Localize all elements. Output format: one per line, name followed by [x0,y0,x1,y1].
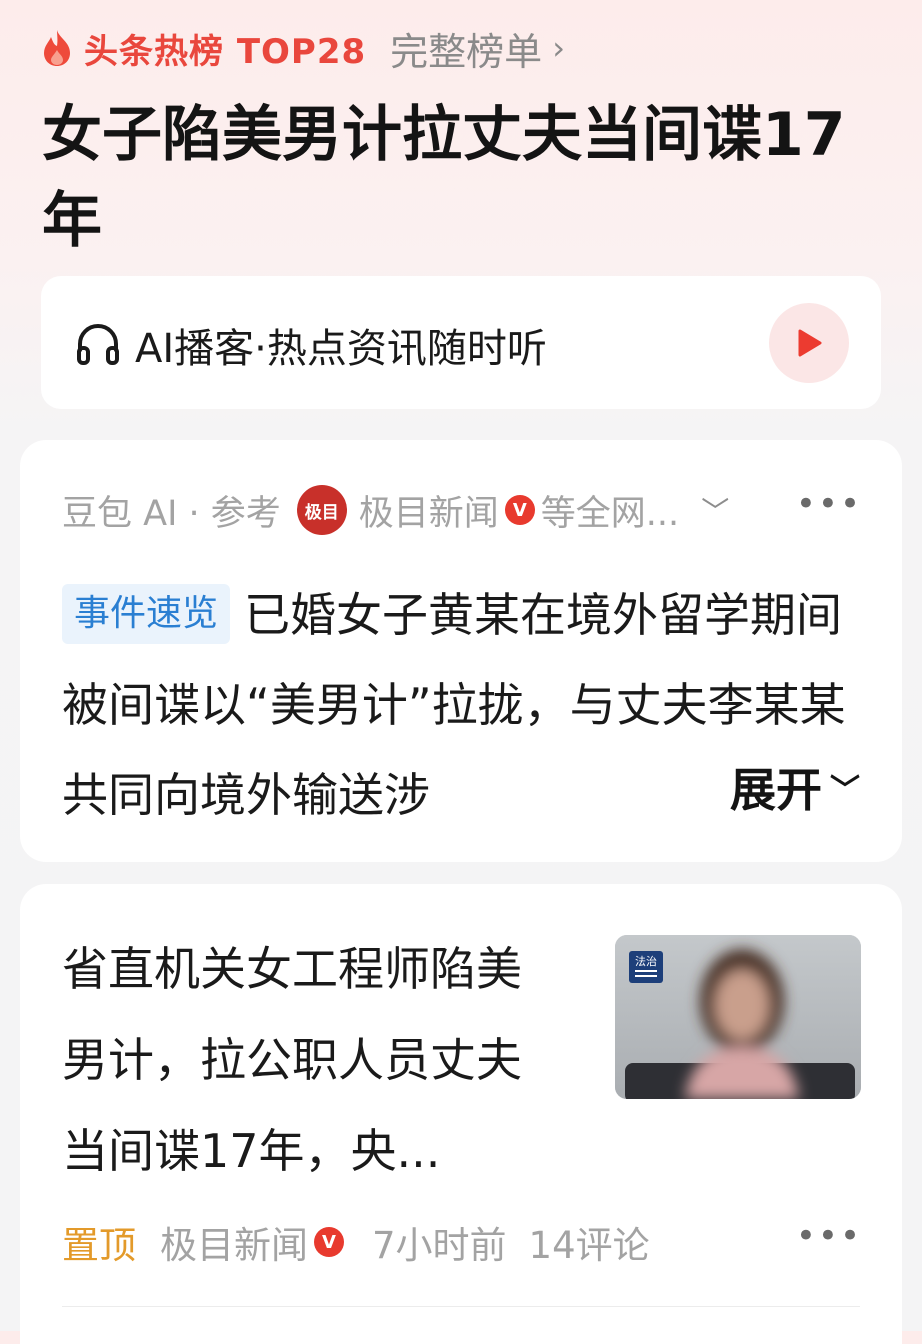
play-button[interactable] [769,303,849,383]
verified-icon: V [314,1227,344,1257]
hot-list-label: 头条热榜 TOP28 [84,31,367,72]
article-comments[interactable]: 14评论 [529,1215,650,1269]
hot-list-bar[interactable]: 头条热榜 TOP28 完整榜单 › [40,22,565,74]
article-meta-row: 置顶 极目新闻 V 7小时前 14评论 ••• [62,1216,862,1268]
article-source[interactable]: 极目新闻 [160,1215,308,1269]
flame-icon [40,27,76,69]
play-icon [798,329,822,357]
chevron-down-icon[interactable]: ﹀ [701,490,729,530]
ai-podcast-bar[interactable]: AI播客·热点资讯随时听 [41,276,881,409]
headphones-icon [74,320,122,368]
full-list-label: 完整榜单 [390,29,543,74]
source-name: 极目新闻 [358,493,499,534]
source-suffix: 等全网... [540,493,680,534]
article-card[interactable]: 省直机关女工程师陷美男计，拉公职人员丈夫当间谍17年，央... 法治 置顶 极目… [20,884,902,1344]
source-prefix: 豆包 AI · 参考 [62,493,281,534]
page-title: 女子陷美男计拉丈夫当间谍17年 [42,100,846,256]
article-time: 7小时前 [372,1224,507,1267]
verified-icon: V [504,495,535,525]
event-tag: 事件速览 [62,584,231,644]
chevron-down-icon: ﹀ [830,773,860,808]
full-list-link[interactable]: 完整榜单 › [390,21,565,76]
source-logo: 极目 [296,485,347,535]
article-title[interactable]: 省直机关女工程师陷美男计，拉公职人员丈夫当间谍17年，央... [62,924,562,1197]
more-icon[interactable]: ••• [796,484,862,524]
article-thumbnail[interactable]: 法治 [615,935,861,1099]
more-icon[interactable]: ••• [796,1216,862,1256]
pinned-label: 置顶 [62,1224,136,1267]
chevron-right-icon: › [552,29,565,67]
podcast-title: AI播客·热点资讯随时听 [135,326,547,372]
event-summary-card: 豆包 AI · 参考 极目 极目新闻 V 等全网... ﹀ ••• 事件速览 已婚… [20,440,902,862]
expand-button[interactable]: 展开 ﹀ [650,748,860,826]
summary-source-row[interactable]: 豆包 AI · 参考 极目 极目新闻 V 等全网... ﹀ ••• [62,484,862,536]
thumb-badge-text: 法治 [635,954,657,968]
divider [62,1306,860,1307]
expand-label: 展开 [730,763,822,817]
